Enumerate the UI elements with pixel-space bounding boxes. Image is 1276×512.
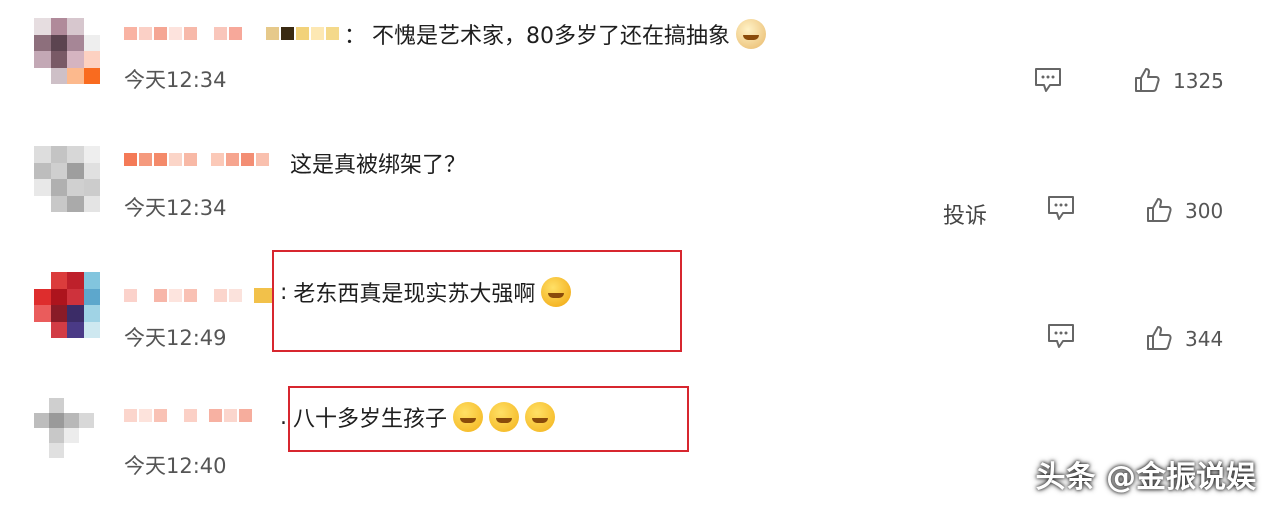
avatar[interactable] <box>34 398 94 458</box>
comment-content: 八十多岁生孩子 <box>293 407 448 432</box>
like-count: 300 <box>1185 199 1224 223</box>
report-button[interactable]: 投诉 <box>943 198 987 230</box>
username-blurred[interactable] <box>124 404 252 426</box>
watermark: 头条 @金振说娱 <box>1035 460 1256 495</box>
smile-emoji-icon <box>525 402 556 432</box>
comment-item: : 老东西真是现实苏大强啊 今天12:49 344 <box>0 250 1276 384</box>
comment-text: . 八十多岁生孩子 <box>280 401 556 433</box>
colon-separator: . <box>280 404 287 430</box>
smile-emoji-icon <box>489 402 520 432</box>
comment-item: 这是真被绑架了？ 今天12:34 投诉 300 <box>0 128 1276 256</box>
comment-text: : 老东西真是现实苏大强啊 <box>280 276 572 308</box>
comment-time: 今天12:34 <box>124 68 227 92</box>
comment-content: 这是真被绑架了？ <box>290 153 467 178</box>
smile-emoji-icon <box>453 402 484 432</box>
avatar[interactable] <box>34 146 100 212</box>
comment-content: 老东西真是现实苏大强啊 <box>293 282 536 307</box>
thumbs-up-icon[interactable] <box>1145 196 1173 224</box>
doge-emoji-icon <box>736 19 767 49</box>
like-count: 1325 <box>1173 69 1224 93</box>
reply-comment-icon[interactable] <box>1046 322 1076 350</box>
like-count: 344 <box>1185 327 1224 351</box>
comment-item: ： 不愧是艺术家，80多岁了还在搞抽象 今天12:34 1325 <box>0 0 1276 128</box>
username-blurred[interactable] <box>124 148 269 170</box>
username-blurred[interactable] <box>124 22 339 44</box>
comment-text: ： 不愧是艺术家，80多岁了还在搞抽象 <box>344 18 767 50</box>
avatar[interactable] <box>34 272 100 338</box>
comment-time: 今天12:40 <box>124 454 227 478</box>
comment-time: 今天12:34 <box>124 196 227 220</box>
thumbs-up-icon[interactable] <box>1145 324 1173 352</box>
comment-content: 不愧是艺术家，80多岁了还在搞抽象 <box>372 24 731 49</box>
colon-separator: ： <box>344 24 367 49</box>
comment-text: 这是真被绑架了？ <box>290 147 466 179</box>
comment-time: 今天12:49 <box>124 326 227 350</box>
username-blurred[interactable] <box>124 284 272 306</box>
avatar[interactable] <box>34 18 100 84</box>
reply-comment-icon[interactable] <box>1033 66 1063 94</box>
colon-separator: : <box>280 279 288 305</box>
thumbs-up-icon[interactable] <box>1133 66 1161 94</box>
laugh-cry-emoji-icon <box>541 277 572 307</box>
reply-comment-icon[interactable] <box>1046 194 1076 222</box>
